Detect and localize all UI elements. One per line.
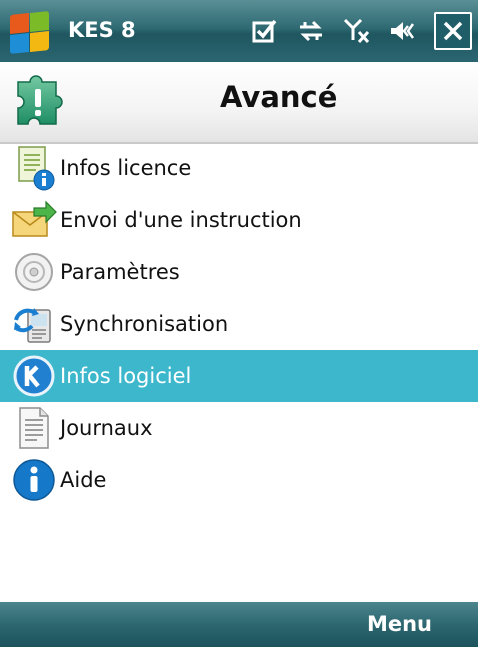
list-item-parametres[interactable]: Paramètres xyxy=(0,246,478,298)
connectivity-icon[interactable] xyxy=(296,16,326,46)
list-item-label: Aide xyxy=(60,468,107,492)
kaspersky-icon xyxy=(10,352,58,400)
status-icons xyxy=(250,12,472,50)
help-icon xyxy=(10,456,58,504)
notification-icon[interactable] xyxy=(250,16,280,46)
settings-icon xyxy=(10,248,58,296)
page-header: Avancé xyxy=(0,62,478,144)
list-item-envoi-instruction[interactable]: Envoi d'une instruction xyxy=(0,194,478,246)
license-info-icon xyxy=(10,144,58,192)
list-item-journaux[interactable]: Journaux xyxy=(0,402,478,454)
list-item-label: Journaux xyxy=(60,416,153,440)
list-item-label: Paramètres xyxy=(60,260,180,284)
send-mail-icon xyxy=(10,196,58,244)
page-title: Avancé xyxy=(220,80,338,114)
list-item-label: Envoi d'une instruction xyxy=(60,208,302,232)
softkey-bar: Menu xyxy=(0,602,478,647)
list-item-synchronisation[interactable]: Synchronisation xyxy=(0,298,478,350)
logs-icon xyxy=(10,404,58,452)
list-item-infos-logiciel[interactable]: Infos logiciel xyxy=(0,350,478,402)
menu-list: Infos licence Envoi d'une instruction Pa… xyxy=(0,142,478,506)
start-icon[interactable] xyxy=(6,8,52,54)
list-item-label: Infos licence xyxy=(60,156,192,180)
list-item-infos-licence[interactable]: Infos licence xyxy=(0,142,478,194)
list-item-aide[interactable]: Aide xyxy=(0,454,478,506)
menu-softkey[interactable]: Menu xyxy=(367,612,432,636)
list-item-label: Infos logiciel xyxy=(60,364,192,388)
signal-off-icon[interactable] xyxy=(342,16,372,46)
close-icon[interactable] xyxy=(434,12,472,50)
sync-icon xyxy=(10,300,58,348)
status-bar: KES 8 xyxy=(0,0,478,62)
puzzle-warning-icon xyxy=(17,75,63,125)
volume-icon[interactable] xyxy=(388,16,418,46)
app-title: KES 8 xyxy=(68,18,136,42)
list-item-label: Synchronisation xyxy=(60,312,229,336)
